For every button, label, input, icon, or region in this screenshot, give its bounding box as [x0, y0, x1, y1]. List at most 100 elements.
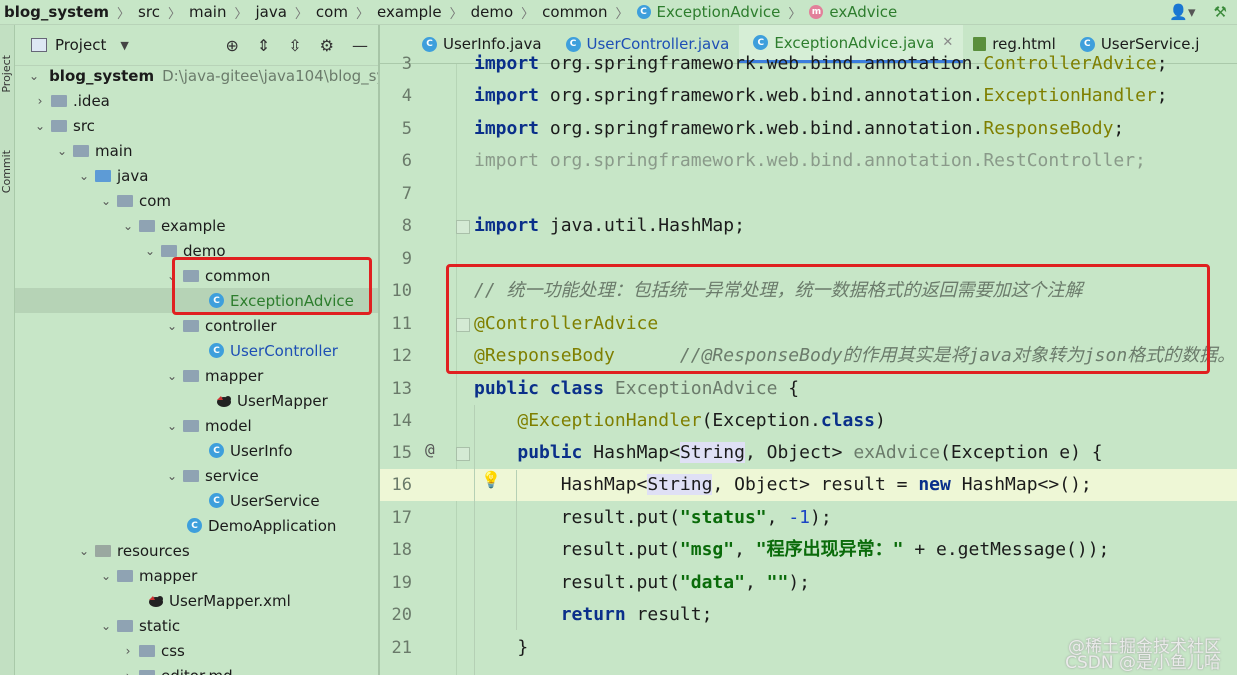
- project-tool-tab[interactable]: Project: [0, 55, 14, 93]
- chevron-right-icon[interactable]: ›: [121, 644, 135, 658]
- keyword: import: [474, 53, 540, 74]
- tree-item-label: UserController: [230, 341, 338, 360]
- breadcrumb-item-java[interactable]: java: [251, 3, 290, 21]
- folder-icon: [139, 644, 155, 657]
- class-name: ExceptionAdvice: [614, 378, 778, 399]
- tree-item-userinfo[interactable]: C UserInfo: [15, 438, 378, 463]
- line-number: 8: [401, 216, 412, 236]
- breadcrumb: blog_system 〉 src 〉 main 〉 java 〉 com 〉 …: [0, 0, 1237, 25]
- tree-item-controller[interactable]: ⌄ controller: [15, 313, 378, 338]
- tree-item-mapper[interactable]: ⌄ mapper: [15, 363, 378, 388]
- minimize-icon[interactable]: —: [352, 36, 368, 55]
- tree-item-resources-mapper[interactable]: ⌄ mapper: [15, 563, 378, 588]
- line-number: 6: [401, 151, 412, 171]
- override-marker-icon[interactable]: @: [425, 440, 435, 459]
- chevron-right-icon: 〉: [521, 6, 535, 22]
- code-line-13: public class ExceptionAdvice {: [474, 373, 799, 405]
- fold-marker-icon[interactable]: [456, 220, 470, 234]
- chevron-right-icon[interactable]: ›: [121, 669, 135, 675]
- chevron-right-icon: 〉: [294, 6, 308, 22]
- build-hammer-icon[interactable]: ⚒: [1214, 3, 1227, 21]
- breadcrumb-item-com[interactable]: com: [312, 3, 352, 21]
- class-icon: C: [209, 343, 224, 358]
- code-text: );: [788, 572, 811, 593]
- chevron-down-icon[interactable]: ⌄: [99, 619, 113, 633]
- code-line-8: import java.util.HashMap;: [474, 210, 745, 242]
- tree-item-label: java: [117, 166, 149, 185]
- collapse-all-icon[interactable]: ⇳: [288, 36, 301, 55]
- chevron-right-icon[interactable]: ›: [33, 94, 47, 108]
- chevron-down-icon[interactable]: ⌄: [165, 319, 179, 333]
- tree-item-com[interactable]: ⌄ com: [15, 188, 378, 213]
- breadcrumb-class-label: ExceptionAdvice: [656, 3, 781, 21]
- tree-item-service[interactable]: ⌄ service: [15, 463, 378, 488]
- line-number: 19: [391, 573, 412, 593]
- fold-marker-icon[interactable]: [456, 447, 470, 461]
- tree-item-label: resources: [117, 541, 190, 560]
- user-icon[interactable]: 👤▾: [1169, 3, 1195, 21]
- chevron-down-icon[interactable]: ⌄: [99, 194, 113, 208]
- code-text: org.springframework.web.bind.annotation.…: [539, 150, 1146, 171]
- chevron-down-icon[interactable]: ⌄: [29, 69, 39, 83]
- tree-item-idea[interactable]: › .idea: [15, 88, 378, 113]
- code-line-18: result.put("msg", "程序出现异常：" + e.getMessa…: [474, 534, 1110, 566]
- chevron-right-icon: 〉: [117, 6, 131, 22]
- chevron-down-icon[interactable]: ⌄: [33, 119, 47, 133]
- tree-item-usermapper-xml[interactable]: UserMapper.xml: [15, 588, 378, 613]
- source-folder-icon: [95, 169, 111, 182]
- code-text: {: [777, 378, 800, 399]
- breadcrumb-item-class[interactable]: C ExceptionAdvice: [633, 3, 785, 21]
- tree-item-java[interactable]: ⌄ java: [15, 163, 378, 188]
- code-text: ): [875, 410, 886, 431]
- code-text: result.put(: [560, 572, 680, 593]
- chevron-down-icon[interactable]: ⌄: [143, 244, 157, 258]
- tree-item-usercontroller[interactable]: C UserController: [15, 338, 378, 363]
- toolbar-right: 👤▾ ⚒: [1169, 0, 1237, 24]
- tree-item-model[interactable]: ⌄ model: [15, 413, 378, 438]
- code-text: ,: [734, 539, 756, 560]
- folder-icon: [139, 669, 155, 675]
- chevron-down-icon[interactable]: ⌄: [55, 144, 69, 158]
- tree-item-userservice[interactable]: C UserService: [15, 488, 378, 513]
- tree-item-label: controller: [205, 316, 277, 335]
- breadcrumb-item-demo[interactable]: demo: [467, 3, 518, 21]
- breadcrumb-item-src[interactable]: src: [134, 3, 164, 21]
- chevron-down-icon[interactable]: ⌄: [121, 219, 135, 233]
- code-line-14: @ExceptionHandler(Exception.class): [474, 405, 886, 437]
- breadcrumb-item-example[interactable]: example: [373, 3, 446, 21]
- chevron-down-icon[interactable]: ⌄: [77, 544, 91, 558]
- chevron-right-icon: 〉: [449, 6, 463, 22]
- tree-item-static[interactable]: ⌄ static: [15, 613, 378, 638]
- tree-item-example[interactable]: ⌄ example: [15, 213, 378, 238]
- tree-item-demoapplication[interactable]: C DemoApplication: [15, 513, 378, 538]
- tree-item-usermapper[interactable]: UserMapper: [15, 388, 378, 413]
- line-number: 20: [391, 605, 412, 625]
- chevron-down-icon[interactable]: ⌄: [99, 569, 113, 583]
- locate-icon[interactable]: ⊕: [225, 36, 238, 55]
- tree-item-css[interactable]: › css: [15, 638, 378, 663]
- code-text: org.springframework.web.bind.annotation.: [539, 118, 984, 139]
- tree-item-label: mapper: [205, 366, 264, 385]
- folder-icon: [117, 619, 133, 632]
- breadcrumb-item-method[interactable]: m exAdvice: [805, 3, 901, 21]
- code-line-3: import org.springframework.web.bind.anno…: [474, 48, 1168, 80]
- keyword: import: [474, 118, 540, 139]
- chevron-down-icon[interactable]: ⌄: [165, 469, 179, 483]
- tree-item-blog-system[interactable]: ⌄ blog_system D:\java-gitee\java104\blog_s…: [15, 66, 378, 88]
- breadcrumb-item-common[interactable]: common: [538, 3, 611, 21]
- class-icon: C: [636, 5, 651, 19]
- tree-item-resources[interactable]: ⌄ resources: [15, 538, 378, 563]
- breadcrumb-item-main[interactable]: main: [185, 3, 230, 21]
- chevron-down-icon[interactable]: ⌄: [165, 369, 179, 383]
- expand-all-icon[interactable]: ⇕: [257, 36, 270, 55]
- tree-item-src[interactable]: ⌄ src: [15, 113, 378, 138]
- project-view-selector[interactable]: Project ▼: [31, 36, 129, 54]
- commit-tool-tab[interactable]: Commit: [0, 150, 14, 193]
- chevron-down-icon[interactable]: ⌄: [77, 169, 91, 183]
- tree-item-main[interactable]: ⌄ main: [15, 138, 378, 163]
- gear-icon[interactable]: ⚙: [320, 36, 334, 55]
- tree-item-editor-md[interactable]: › editor.md: [15, 663, 378, 675]
- chevron-down-icon[interactable]: ⌄: [165, 419, 179, 433]
- breadcrumb-item-project[interactable]: blog_system: [0, 3, 113, 21]
- tree-item-label: css: [161, 641, 185, 660]
